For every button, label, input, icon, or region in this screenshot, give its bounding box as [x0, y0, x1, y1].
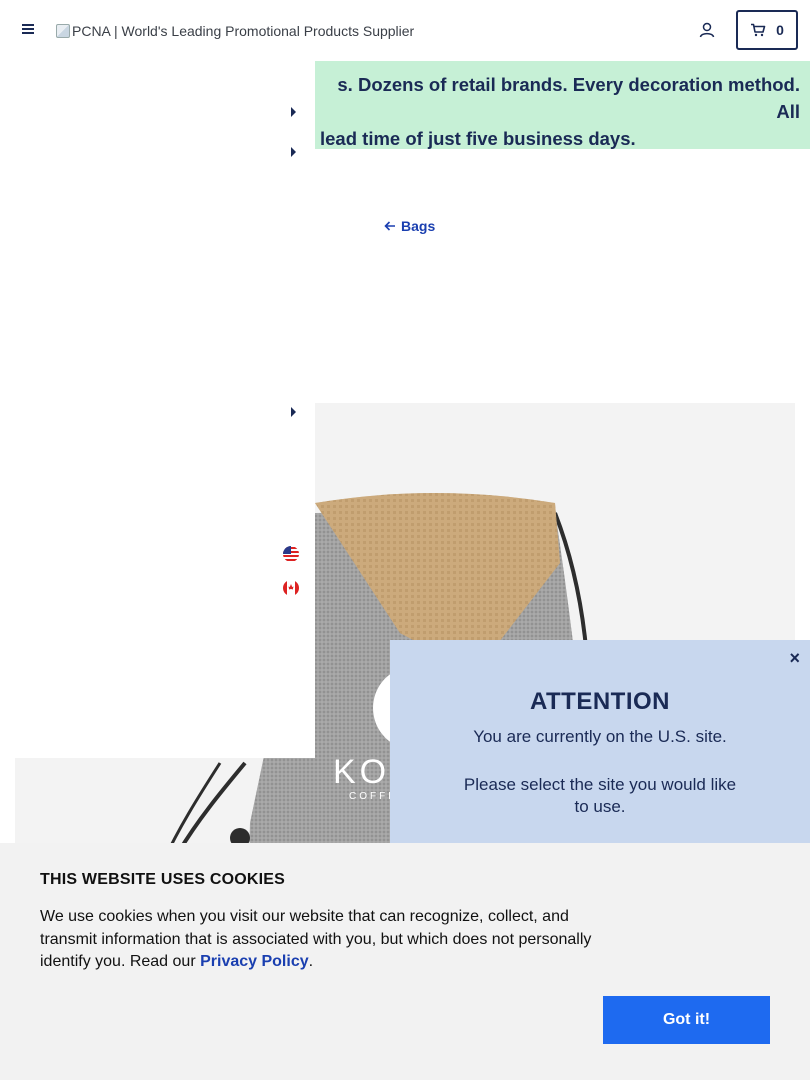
close-icon[interactable]: ×: [789, 648, 800, 669]
site-logo[interactable]: PCNA | World's Leading Promotional Produ…: [56, 22, 414, 40]
modal-line-select-site: Please select the site you would like to…: [463, 775, 737, 816]
cookie-banner-period: .: [308, 953, 314, 970]
caret-right-icon[interactable]: [291, 107, 296, 117]
bag-logo-text: KO: [333, 753, 390, 791]
site-header: PCNA | World's Leading Promotional Produ…: [0, 0, 810, 61]
accept-cookies-button[interactable]: Got it!: [603, 996, 770, 1044]
promo-banner-line-1: s. Dozens of retail brands. Every decora…: [337, 74, 800, 122]
caret-right-icon[interactable]: [291, 407, 296, 417]
cart-count: 0: [776, 22, 784, 38]
us-flag-icon[interactable]: [283, 546, 299, 562]
cookie-banner: THIS WEBSITE USES COOKIES We use cookies…: [0, 843, 810, 1080]
logo-alt-text: PCNA | World's Leading Promotional Produ…: [72, 23, 415, 39]
promo-banner: s. Dozens of retail brands. Every decora…: [315, 61, 810, 149]
hamburger-icon[interactable]: [20, 22, 36, 38]
canada-flag-icon[interactable]: [283, 580, 299, 596]
privacy-policy-link[interactable]: Privacy Policy: [200, 953, 309, 970]
cookie-banner-text: We use cookies when you visit our websit…: [40, 906, 610, 974]
cookie-banner-title: THIS WEBSITE USES COOKIES: [40, 871, 286, 888]
cookie-banner-body: We use cookies when you visit our websit…: [40, 908, 592, 970]
caret-right-icon[interactable]: [291, 147, 296, 157]
promo-banner-text: s. Dozens of retail brands. Every decora…: [315, 71, 800, 152]
cart-icon: [751, 23, 766, 37]
site-selection-modal: × ATTENTION You are currently on the U.S…: [390, 640, 810, 850]
promo-banner-line-2: lead time of just five business days.: [320, 128, 636, 149]
arrow-left-icon: [384, 221, 395, 231]
back-link-label: Bags: [401, 218, 436, 234]
back-to-bags-link[interactable]: Bags: [384, 218, 435, 234]
cart-button[interactable]: 0: [736, 10, 798, 50]
user-icon[interactable]: [698, 21, 716, 39]
modal-body: You are currently on the U.S. site. Plea…: [390, 726, 810, 818]
modal-title: ATTENTION: [529, 688, 671, 715]
broken-image-icon: [56, 24, 70, 38]
side-menu-panel: [0, 61, 315, 758]
modal-line-current-site: You are currently on the U.S. site.: [473, 727, 727, 746]
